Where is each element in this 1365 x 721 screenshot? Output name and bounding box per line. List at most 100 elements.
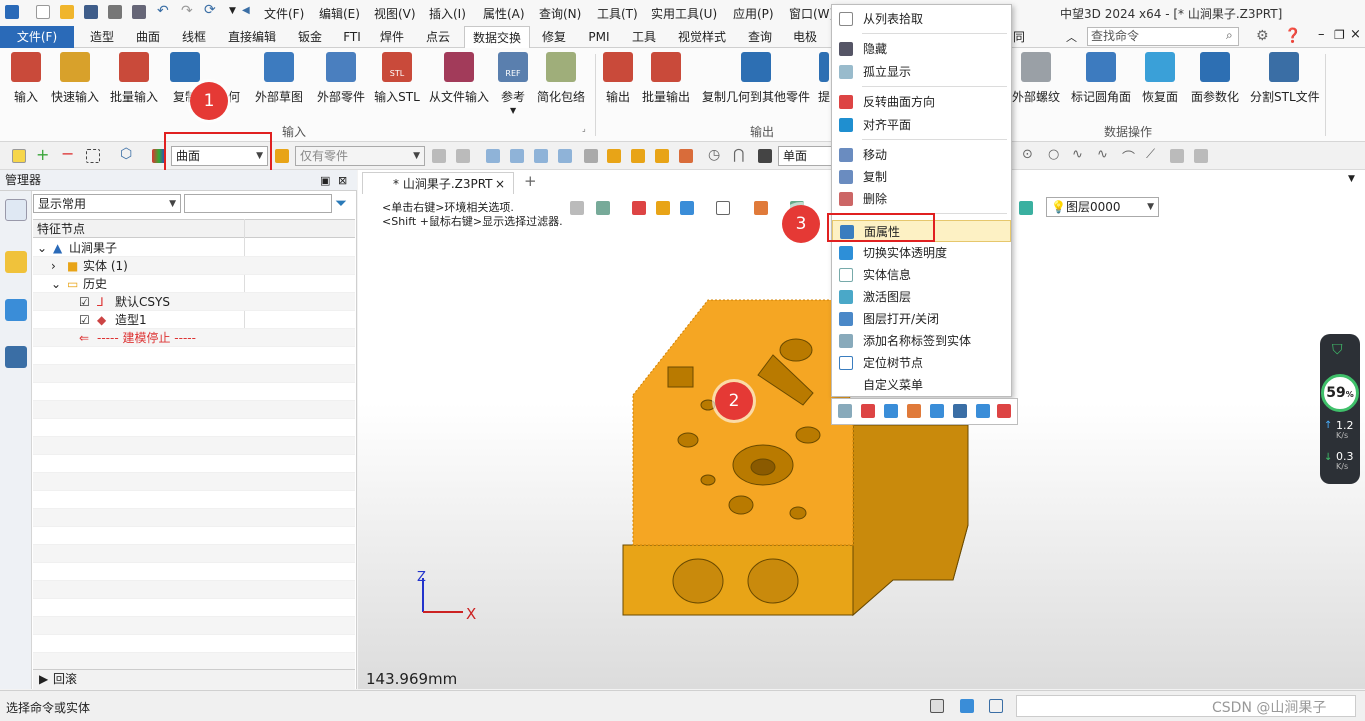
view-tool-icon[interactable] bbox=[570, 201, 584, 215]
checkbox-icon[interactable]: ☑ bbox=[79, 311, 90, 329]
menu-item-copy[interactable]: 复制 bbox=[832, 166, 1011, 188]
collapse-ribbon-icon[interactable]: ︿ bbox=[1066, 29, 1077, 45]
assembly-tab-icon[interactable] bbox=[5, 251, 27, 273]
close-panel-icon[interactable]: ⊠ bbox=[338, 170, 347, 191]
new-tab-icon[interactable]: + bbox=[524, 172, 537, 190]
input-button[interactable]: 输入 bbox=[8, 52, 44, 105]
menu-apps[interactable]: 应用(P) bbox=[733, 5, 774, 22]
tree-row[interactable]: ⌄ ▲ 山涧果子 bbox=[33, 239, 355, 257]
view-tool-icon[interactable] bbox=[754, 201, 768, 215]
menu-item-pick-from-list[interactable]: 从列表拾取 bbox=[832, 8, 1011, 30]
lasso-icon[interactable]: ⬡ bbox=[120, 146, 132, 162]
snap-face-icon[interactable] bbox=[1194, 149, 1208, 163]
document-tab[interactable]: * 山涧果子.Z3PRT × bbox=[362, 172, 514, 194]
extract-button[interactable]: 提 bbox=[818, 52, 830, 105]
menu-insert[interactable]: 插入(I) bbox=[429, 5, 466, 22]
external-thread-button[interactable]: 外部螺纹 bbox=[1010, 52, 1062, 105]
box-select-icon[interactable] bbox=[86, 149, 100, 163]
view-tool-icon[interactable] bbox=[632, 201, 646, 215]
menu-utilities[interactable]: 实用工具(U) bbox=[651, 5, 717, 22]
menu-item-customize-menu[interactable]: 自定义菜单 bbox=[832, 374, 1011, 396]
tab-file[interactable]: 文件(F) bbox=[0, 26, 74, 48]
tab-repair[interactable]: 修复 bbox=[536, 26, 572, 48]
mini-tool-icon[interactable] bbox=[930, 404, 944, 418]
collapse-icon[interactable]: › bbox=[51, 257, 56, 275]
remove-icon[interactable]: − bbox=[61, 144, 74, 163]
layer-select[interactable]: 💡图层0000 ▼ bbox=[1046, 197, 1159, 217]
snap-line-icon[interactable]: ⟋ bbox=[1146, 147, 1155, 162]
filter-option-icon[interactable] bbox=[432, 149, 446, 163]
menu-query[interactable]: 查询(N) bbox=[539, 5, 581, 22]
menu-item-move[interactable]: 移动 bbox=[832, 144, 1011, 166]
print-icon[interactable] bbox=[108, 5, 122, 19]
list-icon[interactable] bbox=[989, 699, 1003, 713]
menu-scroll-left-icon[interactable]: ◀ bbox=[242, 5, 250, 16]
reference-button[interactable]: REF 参考 bbox=[497, 52, 529, 105]
tab-data-exchange[interactable]: 数据交换 bbox=[464, 26, 530, 49]
input-stl-button[interactable]: STL 输入STL bbox=[374, 52, 420, 105]
view-tool-icon[interactable] bbox=[656, 201, 670, 215]
tab-point-cloud[interactable]: 点云 bbox=[418, 26, 458, 48]
simplify-wrap-button[interactable]: 简化包络 bbox=[536, 52, 586, 105]
menu-item-flip-surface[interactable]: 反转曲面方向 bbox=[832, 91, 1011, 113]
snap-option-icon[interactable] bbox=[558, 149, 572, 163]
rollback-bar[interactable]: ▶ 回滚 bbox=[33, 669, 355, 689]
quick-input-button[interactable]: 快速输入 bbox=[50, 52, 100, 105]
menu-file[interactable]: 文件(F) bbox=[264, 5, 304, 22]
cursor-icon[interactable] bbox=[584, 149, 598, 163]
tab-electrode[interactable]: 电极 bbox=[786, 26, 824, 48]
output-button[interactable]: 输出 bbox=[602, 52, 634, 105]
face-parameterize-button[interactable]: 面参数化 bbox=[1188, 52, 1242, 105]
view-cube-icon[interactable] bbox=[716, 201, 730, 215]
user-tab-icon[interactable] bbox=[5, 346, 27, 368]
mini-tool-icon[interactable] bbox=[976, 404, 990, 418]
display-filter-select[interactable]: 显示常用 ▼ bbox=[33, 194, 181, 213]
menu-item-locate-tree-node[interactable]: 定位树节点 bbox=[832, 352, 1011, 374]
tree-search-input[interactable] bbox=[184, 194, 332, 213]
add-icon[interactable]: + bbox=[36, 145, 49, 164]
save-all-icon[interactable] bbox=[132, 5, 146, 19]
restore-face-button[interactable]: 恢复面 bbox=[1140, 52, 1180, 105]
input-from-file-button[interactable]: 从文件输入 bbox=[428, 52, 490, 105]
feature-icon[interactable] bbox=[679, 149, 693, 163]
menu-item-add-name-label[interactable]: 添加名称标签到实体 bbox=[832, 330, 1011, 352]
close-tab-icon[interactable]: × bbox=[495, 173, 505, 195]
mini-tool-icon[interactable] bbox=[861, 404, 875, 418]
save-icon[interactable] bbox=[84, 5, 98, 19]
minimize-icon[interactable]: – bbox=[1318, 27, 1325, 42]
part-filter-select[interactable]: 仅有零件 ▼ bbox=[295, 146, 425, 166]
menu-edit[interactable]: 编辑(E) bbox=[319, 5, 360, 22]
menu-item-isolate[interactable]: 孤立显示 bbox=[832, 61, 1011, 83]
layer-tool-icon[interactable] bbox=[1019, 201, 1033, 215]
qa-dropdown-icon[interactable]: ▼ bbox=[229, 6, 236, 16]
expand-icon[interactable]: ⌄ bbox=[51, 275, 61, 293]
menu-window[interactable]: 窗口(W) bbox=[789, 5, 834, 22]
tab-fti[interactable]: FTI bbox=[336, 26, 368, 48]
snap-option-icon[interactable] bbox=[486, 149, 500, 163]
snap-curve-icon[interactable]: ∿ bbox=[1072, 147, 1083, 162]
copy-geometry-to-part-button[interactable]: 复制几何到其他零件 bbox=[700, 52, 812, 105]
app-logo-icon[interactable] bbox=[5, 5, 19, 19]
rebuild-icon[interactable]: ⟳ bbox=[204, 2, 216, 18]
menu-item-layer-toggle[interactable]: 图层打开/关闭 bbox=[832, 308, 1011, 330]
tree-row[interactable]: ☑ ⅃ 默认CSYS bbox=[33, 293, 355, 311]
feature-icon[interactable] bbox=[655, 149, 669, 163]
menu-item-entity-info[interactable]: 实体信息 bbox=[832, 264, 1011, 286]
view-tab-icon[interactable] bbox=[5, 299, 27, 321]
mini-tool-icon[interactable] bbox=[953, 404, 967, 418]
pick-mode-icon[interactable] bbox=[12, 149, 26, 163]
mark-fillet-button[interactable]: 标记圆角面 bbox=[1070, 52, 1132, 105]
filter-option-icon[interactable] bbox=[456, 149, 470, 163]
tab-visual-style[interactable]: 视觉样式 bbox=[672, 26, 732, 48]
menu-item-toggle-transparency[interactable]: 切换实体透明度 bbox=[832, 242, 1011, 264]
tree-row[interactable]: ⇐ ----- 建模停止 ----- bbox=[33, 329, 355, 347]
monitor-icon[interactable] bbox=[960, 699, 974, 713]
menu-item-hide[interactable]: 隐藏 bbox=[832, 38, 1011, 60]
split-stl-button[interactable]: 分割STL文件 bbox=[1250, 52, 1320, 105]
external-sketch-button[interactable]: 外部草图 bbox=[252, 52, 306, 105]
status-tool-icon[interactable] bbox=[930, 699, 944, 713]
mini-tool-icon[interactable] bbox=[884, 404, 898, 418]
timer-icon[interactable]: ◷ bbox=[708, 147, 720, 163]
tab-modeling[interactable]: 造型 bbox=[82, 26, 122, 48]
tab-direct-edit[interactable]: 直接编辑 bbox=[222, 26, 282, 48]
